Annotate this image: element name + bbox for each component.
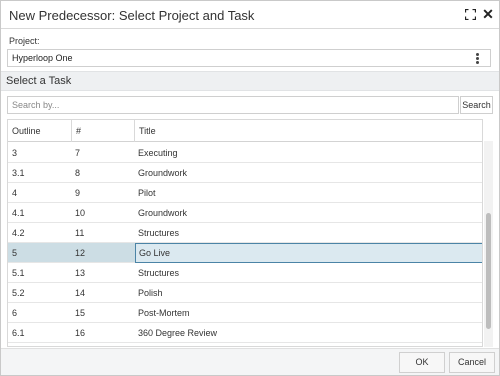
cell-number: 13 (75, 268, 86, 278)
cell-outline: 4 (12, 188, 18, 198)
cancel-button[interactable]: Cancel (449, 352, 495, 373)
table-row-selected[interactable]: 5 12 Go Live (8, 243, 482, 263)
expand-icon[interactable] (464, 8, 477, 21)
cell-title: 360 Degree Review (138, 328, 218, 338)
cell-number: 10 (75, 208, 86, 218)
table-row[interactable]: 4.2 11 Structures (8, 223, 482, 243)
table-row[interactable]: 6 15 Post-Mortem (8, 303, 482, 323)
cell-number: 14 (75, 288, 86, 298)
dialog-titlebar: New Predecessor: Select Project and Task… (1, 1, 499, 29)
grid-header: Outline # Title (8, 120, 482, 142)
task-grid: Outline # Title 3 7 Executing 3.1 8 Grou… (7, 119, 483, 347)
kebab-menu-icon[interactable] (476, 53, 479, 64)
column-header-number[interactable]: # (71, 120, 134, 142)
cell-outline: 3.1 (12, 168, 25, 178)
scrollbar-thumb[interactable] (486, 213, 491, 329)
cell-title: Pilot (138, 188, 156, 198)
cell-outline: 3 (12, 148, 18, 158)
cell-number: 15 (75, 308, 86, 318)
table-row[interactable]: 4 9 Pilot (8, 183, 482, 203)
table-row[interactable]: 6.1 16 360 Degree Review (8, 323, 482, 343)
cell-number: 16 (75, 328, 86, 338)
ok-button[interactable]: OK (399, 352, 445, 373)
close-icon[interactable]: ✕ (482, 7, 494, 21)
cell-outline: 5 (12, 248, 18, 258)
search-button[interactable]: Search (460, 96, 493, 114)
cell-title: Groundwork (138, 208, 188, 218)
task-section-header: Select a Task (1, 71, 499, 91)
cell-title: Structures (138, 228, 180, 238)
project-label: Project: (9, 36, 40, 46)
cell-outline: 4.2 (12, 228, 25, 238)
cell-outline: 6 (12, 308, 18, 318)
project-value: Hyperloop One (12, 53, 73, 63)
column-header-title[interactable]: Title (134, 120, 482, 142)
table-row[interactable]: 3.1 8 Groundwork (8, 163, 482, 183)
cell-title: Executing (138, 148, 178, 158)
cell-title: Go Live (135, 243, 482, 263)
cell-title: Post-Mortem (138, 308, 190, 318)
cell-number: 9 (75, 188, 81, 198)
cell-title: Structures (138, 268, 180, 278)
dialog-footer: OK Cancel (1, 348, 499, 375)
cell-number: 7 (75, 148, 81, 158)
cell-outline: 4.1 (12, 208, 25, 218)
table-row[interactable]: 3 7 Executing (8, 143, 482, 163)
cell-outline: 5.2 (12, 288, 25, 298)
column-header-outline[interactable]: Outline (8, 120, 71, 142)
cell-outline: 6.1 (12, 328, 25, 338)
section-title: Select a Task (6, 75, 72, 87)
cell-number: 11 (75, 228, 85, 238)
project-select[interactable]: Hyperloop One (7, 49, 491, 67)
table-row[interactable]: 4.1 10 Groundwork (8, 203, 482, 223)
search-input[interactable] (7, 96, 459, 114)
cell-number: 8 (75, 168, 81, 178)
vertical-scrollbar[interactable] (484, 141, 493, 347)
cell-title: Polish (138, 288, 163, 298)
cell-outline: 5.1 (12, 268, 25, 278)
cell-number: 12 (75, 248, 86, 258)
dialog-title: New Predecessor: Select Project and Task (9, 8, 255, 23)
dialog: New Predecessor: Select Project and Task… (0, 0, 500, 376)
table-row[interactable]: 5.2 14 Polish (8, 283, 482, 303)
cell-title: Groundwork (138, 168, 188, 178)
table-row[interactable]: 5.1 13 Structures (8, 263, 482, 283)
